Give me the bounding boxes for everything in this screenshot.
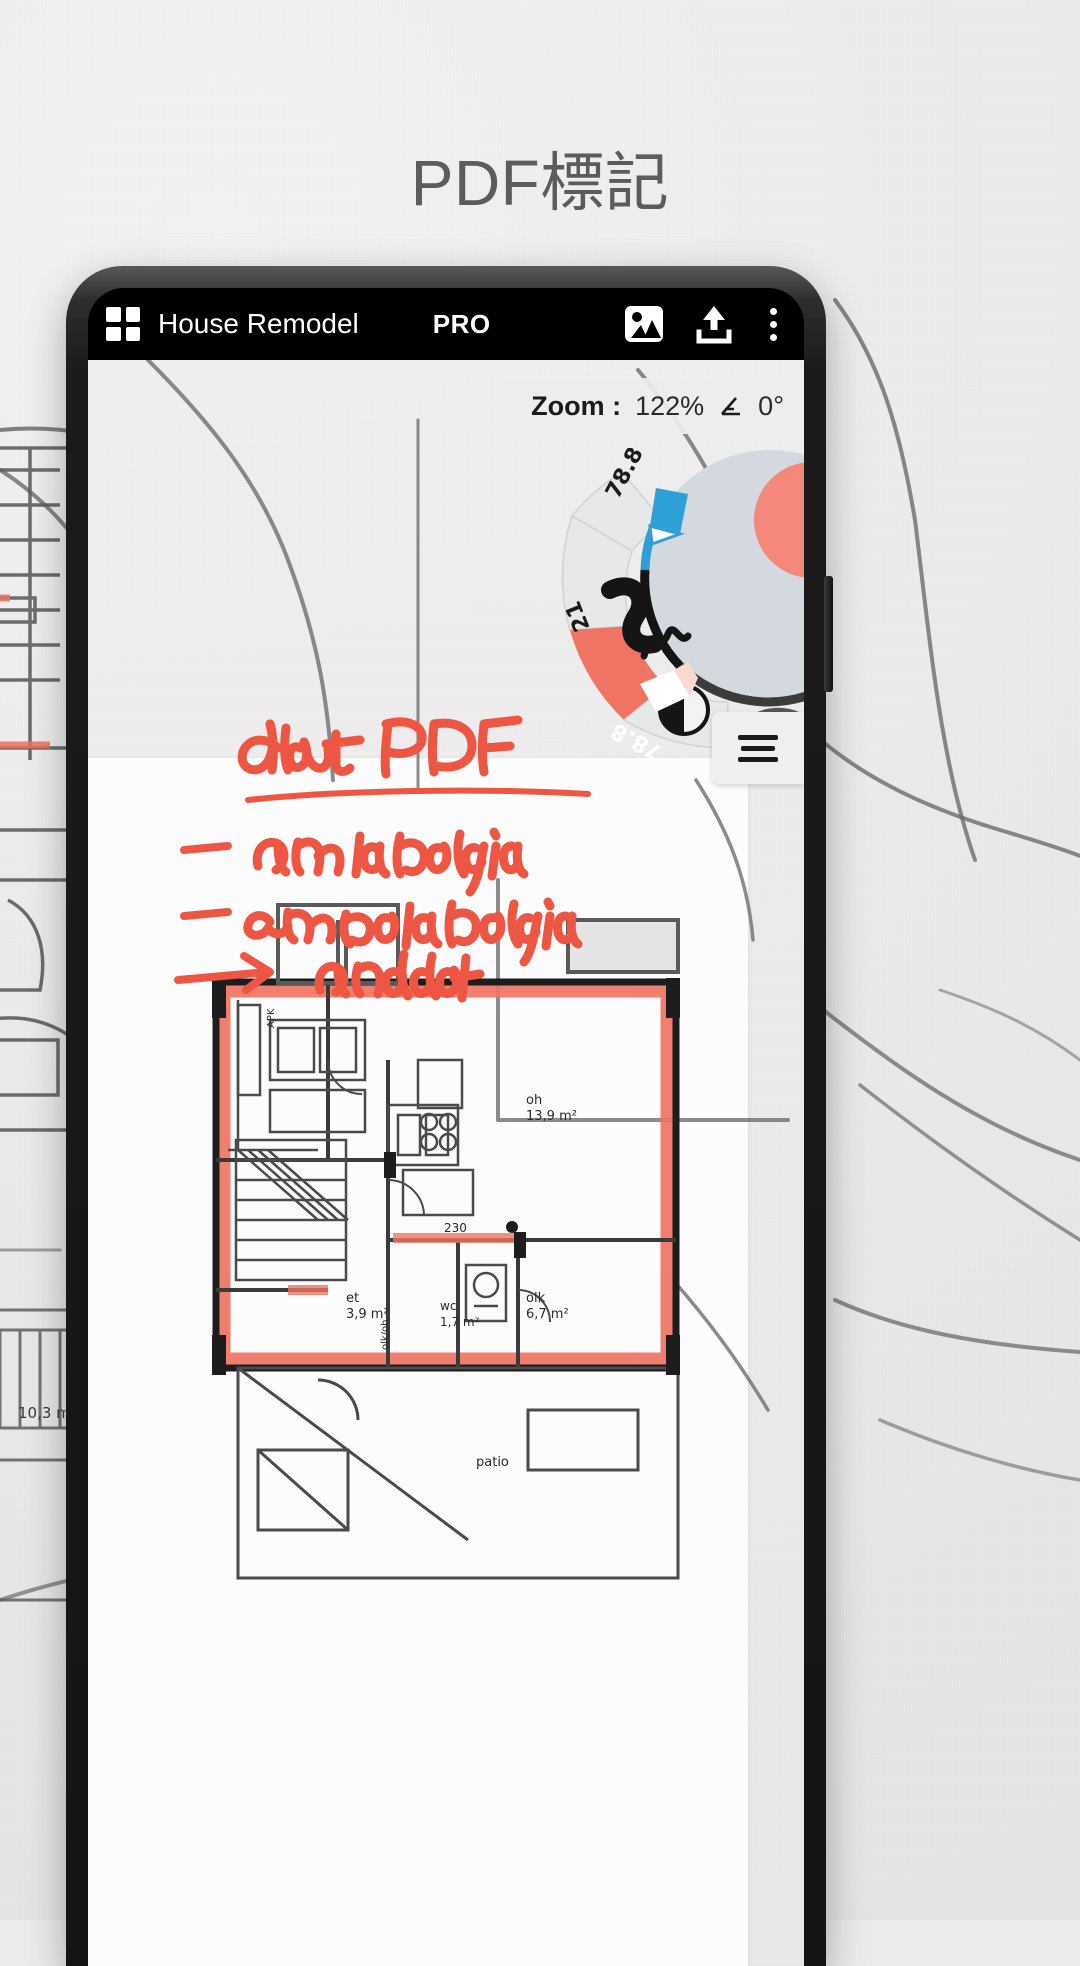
grid-icon[interactable] [106,307,140,341]
document-canvas[interactable]: oh 13,9 m² et 3,9 m² wc 1,7 m² olk 6,7 m… [88,360,804,1966]
svg-text:wc: wc [440,1299,456,1313]
handle-line-1 [738,734,778,740]
svg-text:6,7 m²: 6,7 m² [526,1307,569,1322]
svg-text:olk: olk [526,1291,546,1306]
more-vertical-icon[interactable] [760,302,786,346]
app-bar: House Remodel PRO [88,288,804,360]
svg-text:et: et [346,1291,359,1306]
upload-icon[interactable] [692,302,736,346]
svg-text:oh: oh [526,1093,542,1108]
zoom-label: Zoom : [531,390,622,421]
handle-line-2 [741,745,775,751]
svg-text:1,7 m²: 1,7 m² [440,1315,480,1329]
svg-text:230: 230 [444,1221,467,1235]
page-title: PDF標記 [410,147,670,219]
app-title: House Remodel [158,308,359,339]
image-icon[interactable] [622,302,666,346]
handle-line-3 [738,756,778,762]
layers-handle[interactable] [712,712,804,784]
angle-value: 0° [758,390,784,421]
phone-screen: House Remodel PRO oh 13,9 m² et 3,9 m² w… [88,288,804,1966]
angle-icon [718,393,744,419]
svg-text:olk/oh: olk/oh [380,1319,391,1350]
pro-badge: PRO [432,308,491,339]
svg-text:13,9 m²: 13,9 m² [526,1109,577,1124]
power-button[interactable] [824,576,833,692]
zoom-indicator[interactable]: Zoom : 122% 0° [505,378,804,434]
zoom-value: 122% [635,390,705,421]
svg-text:patio: patio [476,1455,509,1470]
phone-mockup: House Remodel PRO oh 13,9 m² et 3,9 m² w… [66,266,833,1966]
